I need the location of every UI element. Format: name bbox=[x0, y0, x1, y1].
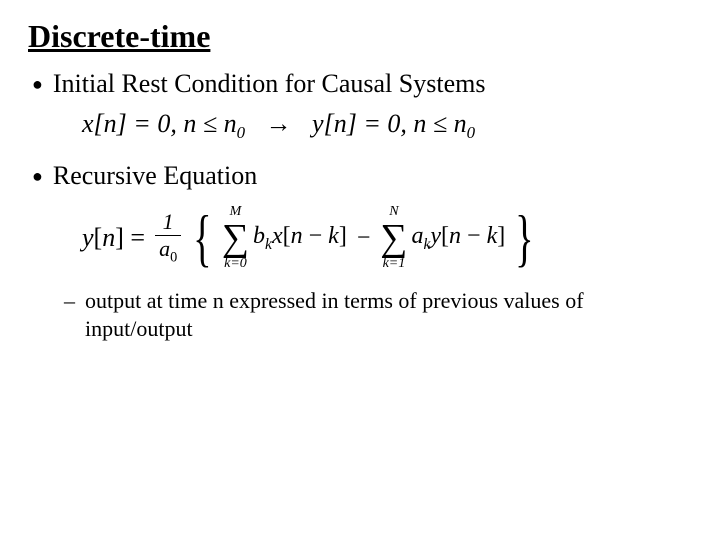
frac-den: a0 bbox=[155, 235, 181, 265]
frac-den-0: 0 bbox=[170, 250, 177, 266]
sum2-bot: k=1 bbox=[383, 257, 406, 271]
bullet-2-text: Recursive Equation bbox=[53, 161, 257, 191]
arrow-icon: → bbox=[266, 109, 292, 138]
dash-icon: – bbox=[64, 287, 75, 315]
sum-2: N ∑ k=1 bbox=[380, 205, 407, 271]
eq1-right-text: y[n] = 0, n ≤ n bbox=[312, 109, 467, 138]
subnote-row: – output at time n expressed in terms of… bbox=[64, 287, 692, 343]
equation-initial-rest: x[n] = 0, n ≤ n0 → y[n] = 0, n ≤ n0 bbox=[82, 109, 692, 143]
eq1-sub-b: 0 bbox=[467, 123, 475, 142]
t-bk: k bbox=[265, 236, 272, 253]
eq1-left: x[n] = 0, n ≤ n0 bbox=[82, 109, 252, 138]
term-bk-x: bkx[n − k] bbox=[253, 223, 347, 254]
t-a: a bbox=[411, 223, 423, 249]
right-brace-icon: } bbox=[515, 206, 533, 270]
bullet-icon: ● bbox=[32, 161, 43, 191]
eq2-n: n bbox=[102, 223, 115, 252]
bullet-1: ● Initial Rest Condition for Causal Syst… bbox=[28, 69, 692, 99]
frac-den-a: a bbox=[159, 236, 170, 261]
subnote-text: output at time n expressed in terms of p… bbox=[85, 287, 675, 343]
t-k2: k bbox=[487, 223, 498, 249]
eq1-left-text: x[n] = 0, n ≤ n bbox=[82, 109, 237, 138]
slide-title: Discrete-time bbox=[28, 18, 692, 55]
eq2-y: y bbox=[82, 223, 94, 252]
eq1-right: y[n] = 0, n ≤ n0 bbox=[312, 109, 475, 138]
sum1-bot: k=0 bbox=[224, 257, 247, 271]
t-y: y bbox=[430, 223, 441, 249]
eq2-fraction: 1 a0 bbox=[155, 211, 181, 265]
t-n2: n bbox=[449, 223, 461, 249]
sigma-icon: ∑ bbox=[380, 221, 407, 255]
left-brace-icon: { bbox=[193, 206, 211, 270]
slide: Discrete-time ● Initial Rest Condition f… bbox=[0, 0, 720, 343]
sum-1: M ∑ k=0 bbox=[222, 205, 249, 271]
sigma-icon: ∑ bbox=[222, 221, 249, 255]
t-x: x bbox=[272, 223, 283, 249]
eq1-sub-a: 0 bbox=[237, 123, 245, 142]
t-b: b bbox=[253, 223, 265, 249]
t-n1: n bbox=[291, 223, 303, 249]
eq2-eq: = bbox=[130, 223, 145, 252]
frac-num: 1 bbox=[159, 211, 178, 235]
term-ak-y: aky[n − k] bbox=[411, 223, 505, 254]
eq2-lhs: y[n] = bbox=[82, 223, 145, 253]
t-k1: k bbox=[328, 223, 339, 249]
bullet-icon: ● bbox=[32, 69, 43, 99]
equation-recursive: y[n] = 1 a0 { M ∑ k=0 bkx[n − k] − N ∑ k… bbox=[82, 205, 692, 271]
bullet-1-text: Initial Rest Condition for Causal System… bbox=[53, 69, 486, 99]
minus-icon: − bbox=[357, 225, 371, 252]
bullet-2: ● Recursive Equation bbox=[28, 161, 692, 191]
